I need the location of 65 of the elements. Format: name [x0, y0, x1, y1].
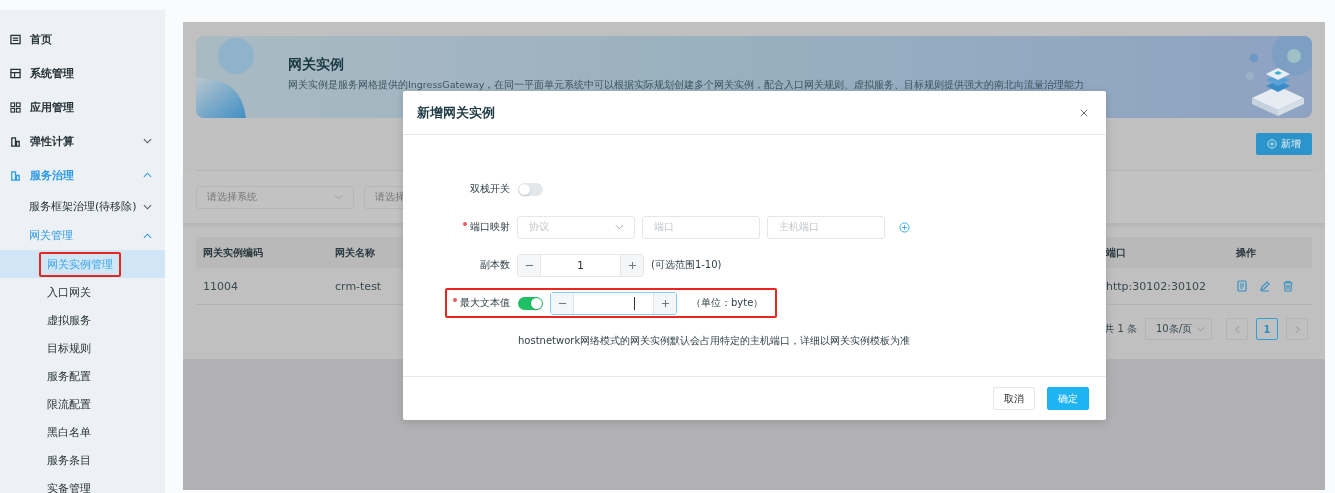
sidebar-item[interactable]: 限流配置	[0, 390, 165, 418]
dialog-title: 新增网关实例	[417, 103, 495, 122]
bar-chart-icon	[10, 169, 21, 181]
text-cursor	[634, 296, 635, 310]
chevron-right-icon	[1294, 324, 1300, 334]
previous-page-button[interactable]	[1226, 318, 1248, 340]
field-label: 端口映射	[463, 220, 510, 234]
column-header: 网关名称	[335, 245, 376, 260]
add-circle-icon[interactable]	[899, 221, 910, 233]
chevron-up-icon	[143, 172, 152, 178]
plus-button[interactable]	[654, 292, 676, 314]
plus-icon	[660, 298, 670, 308]
add-circle-icon	[1267, 139, 1277, 149]
table-cell-text: crm-test	[335, 279, 383, 293]
sidebar-item[interactable]: 目标规则	[0, 334, 165, 362]
toggle-switch[interactable]	[518, 296, 543, 310]
chevron-up-icon	[143, 232, 152, 239]
field-label: 副本数	[479, 258, 510, 272]
sidebar-item[interactable]: 服务条目	[0, 446, 165, 474]
trash-icon[interactable]	[1282, 280, 1294, 292]
page-title: 网关实例	[288, 56, 345, 74]
bar-chart-icon	[10, 135, 21, 147]
sidebar-item[interactable]: 虚拟服务	[0, 306, 165, 334]
document-icon[interactable]	[1236, 280, 1248, 292]
cancel-button[interactable]: 取消	[993, 387, 1035, 410]
column-header: 网关实例编码	[203, 245, 264, 260]
plus-button[interactable]	[621, 254, 643, 276]
sidebar-item[interactable]: 应用管理	[0, 90, 165, 124]
chevron-down-icon	[1196, 326, 1205, 332]
minus-button[interactable]	[518, 254, 540, 276]
sidebar-item[interactable]: 弹性计算	[0, 124, 165, 158]
unit-hint: （单位：byte）	[691, 296, 764, 310]
next-page-button[interactable]	[1286, 318, 1308, 340]
table-cell-text: 11004	[203, 279, 239, 293]
chevron-down-icon	[615, 224, 624, 230]
sidebar-item[interactable]: 首页	[0, 22, 165, 56]
sidebar-item[interactable]: 服务配置	[0, 362, 165, 390]
number-stepper[interactable]	[550, 291, 677, 315]
help-text: hostnetwork网络模式的网关实例默认会占用特定的主机端口，详细以网关实例模板为准	[517, 334, 912, 348]
sidebar-item[interactable]: 服务框架治理(待移除)	[0, 192, 165, 221]
sidebar-item[interactable]: 入口网关	[0, 278, 165, 306]
document-icon	[10, 33, 21, 45]
sidebar-item[interactable]: 系统管理	[0, 56, 165, 90]
chevron-left-icon	[1234, 324, 1240, 334]
minus-button[interactable]	[551, 292, 573, 314]
field-label: 最大文本值	[453, 296, 510, 310]
toggle-switch[interactable]	[518, 182, 543, 196]
sidebar-item[interactable]: 实备管理	[0, 474, 165, 493]
table-cell-text: http:30102:30102	[1106, 279, 1207, 293]
chevron-down-icon	[334, 194, 343, 200]
field-label: 双栈开关	[469, 182, 510, 196]
chevron-down-icon	[143, 138, 152, 144]
number-stepper[interactable]: 1	[517, 253, 644, 277]
chevron-down-icon	[143, 203, 152, 210]
range-hint: (可选范围1-10)	[651, 258, 722, 272]
stepper-value: 1	[577, 258, 584, 272]
close-icon[interactable]	[1080, 108, 1088, 117]
panel-icon	[10, 67, 21, 79]
column-header: 操作	[1236, 245, 1257, 260]
edit-icon[interactable]	[1259, 280, 1271, 292]
grid-icon	[10, 101, 21, 113]
page-size-select[interactable]: 10条/页	[1145, 318, 1212, 340]
sidebar-item[interactable]: 黑白名单	[0, 418, 165, 446]
plus-icon	[627, 260, 637, 270]
column-header: 端口	[1106, 245, 1127, 260]
